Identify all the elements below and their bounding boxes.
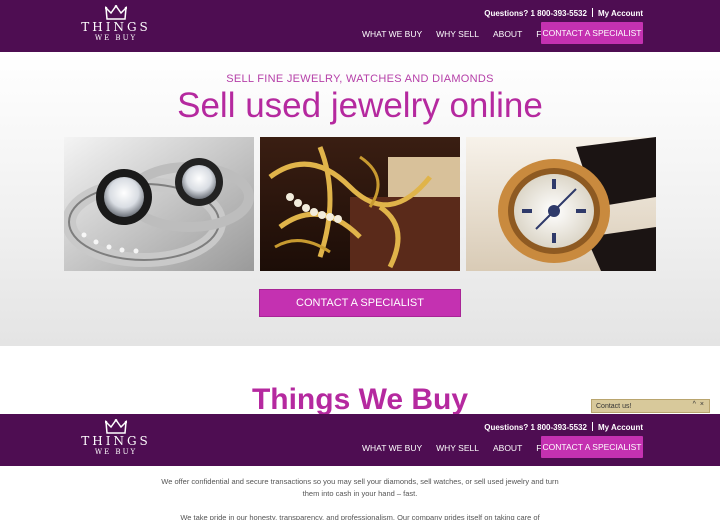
crown-icon bbox=[105, 5, 127, 20]
nav-what-we-buy[interactable]: WHAT WE BUY bbox=[362, 443, 422, 453]
utility-bar: Questions? 1 800-393-5532 My Account bbox=[484, 422, 643, 432]
main-nav: WHAT WE BUY WHY SELL ABOUT FAQ bbox=[362, 29, 567, 39]
nav-about[interactable]: ABOUT bbox=[493, 29, 522, 39]
logo-text: THINGS bbox=[81, 434, 151, 448]
gold-watch-photo bbox=[466, 137, 656, 271]
crown-icon bbox=[105, 419, 127, 434]
nav-what-we-buy[interactable]: WHAT WE BUY bbox=[362, 29, 422, 39]
utility-bar: Questions? 1 800-393-5532 My Account bbox=[484, 8, 643, 18]
site-header: THINGS WE BUY Questions? 1 800-393-5532 M… bbox=[0, 0, 720, 52]
chevron-up-icon[interactable]: ^ bbox=[693, 401, 696, 408]
main-nav: WHAT WE BUY WHY SELL ABOUT FAQ bbox=[362, 443, 567, 453]
hero-section: SELL FINE JEWELRY, WATCHES AND DIAMONDS … bbox=[0, 52, 720, 346]
logo[interactable]: THINGS WE BUY bbox=[80, 5, 152, 43]
chat-widget[interactable]: Contact us! ^ × bbox=[591, 399, 710, 413]
logo-subtext: WE BUY bbox=[94, 448, 138, 456]
nav-why-sell[interactable]: WHY SELL bbox=[436, 29, 479, 39]
intro-paragraph: We offer confidential and secure transac… bbox=[161, 477, 559, 498]
my-account-link[interactable]: My Account bbox=[598, 9, 643, 18]
hero-headline: Sell used jewelry online bbox=[177, 86, 543, 125]
values-paragraph: We take pride in our honesty, transparen… bbox=[180, 513, 540, 520]
hero-kicker: SELL FINE JEWELRY, WATCHES AND DIAMONDS bbox=[226, 73, 494, 85]
close-icon[interactable]: × bbox=[700, 401, 704, 408]
gold-jewelry-box-photo bbox=[260, 137, 460, 271]
hero-contact-button[interactable]: CONTACT A SPECIALIST bbox=[259, 289, 461, 317]
chat-label: Contact us! bbox=[596, 402, 632, 410]
divider bbox=[591, 8, 593, 17]
phone-link[interactable]: Questions? 1 800-393-5532 bbox=[484, 9, 587, 18]
phone-link[interactable]: Questions? 1 800-393-5532 bbox=[484, 423, 587, 432]
nav-why-sell[interactable]: WHY SELL bbox=[436, 443, 479, 453]
nav-about[interactable]: ABOUT bbox=[493, 443, 522, 453]
sticky-header: THINGS WE BUY Questions? 1 800-393-5532 M… bbox=[0, 414, 720, 466]
logo[interactable]: THINGS WE BUY bbox=[80, 419, 152, 457]
diamond-rings-photo bbox=[64, 137, 254, 271]
logo-subtext: WE BUY bbox=[94, 34, 138, 42]
my-account-link[interactable]: My Account bbox=[598, 423, 643, 432]
header-contact-button[interactable]: CONTACT A SPECIALIST bbox=[541, 22, 643, 44]
logo-text: THINGS bbox=[81, 20, 151, 34]
chat-controls: ^ × bbox=[689, 401, 704, 408]
header-contact-button[interactable]: CONTACT A SPECIALIST bbox=[541, 436, 643, 458]
divider bbox=[591, 422, 593, 431]
